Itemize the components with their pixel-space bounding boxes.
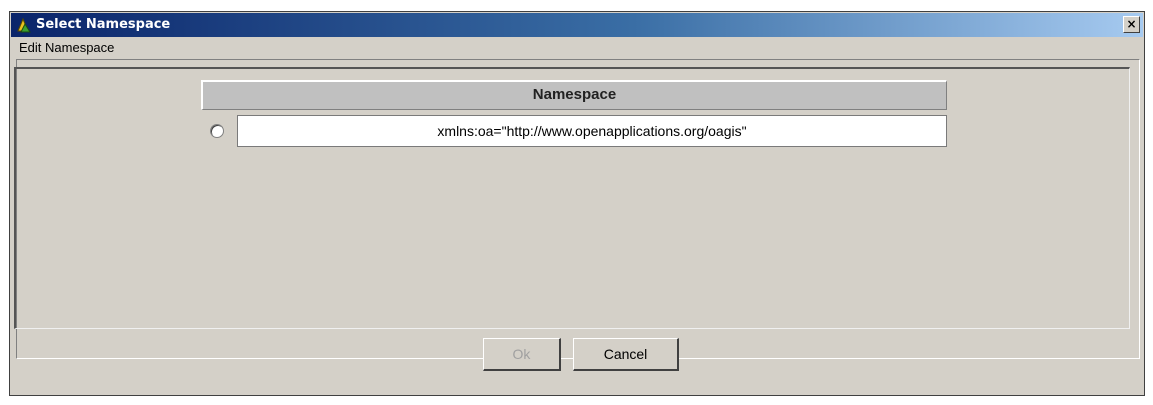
row-radio-button[interactable]: [210, 124, 224, 138]
namespace-cell[interactable]: xmlns:oa="http://www.openapplications.or…: [237, 115, 947, 147]
ok-button[interactable]: Ok: [483, 338, 561, 371]
column-header-namespace[interactable]: Namespace: [201, 80, 947, 110]
close-icon: ×: [1126, 17, 1137, 31]
group-legend: Edit Namespace: [18, 40, 116, 55]
title-bar[interactable]: Select Namespace ×: [11, 13, 1143, 37]
cancel-button[interactable]: Cancel: [573, 338, 679, 371]
window-title: Select Namespace: [36, 17, 171, 32]
app-icon: [16, 17, 31, 33]
close-button[interactable]: ×: [1123, 16, 1140, 33]
